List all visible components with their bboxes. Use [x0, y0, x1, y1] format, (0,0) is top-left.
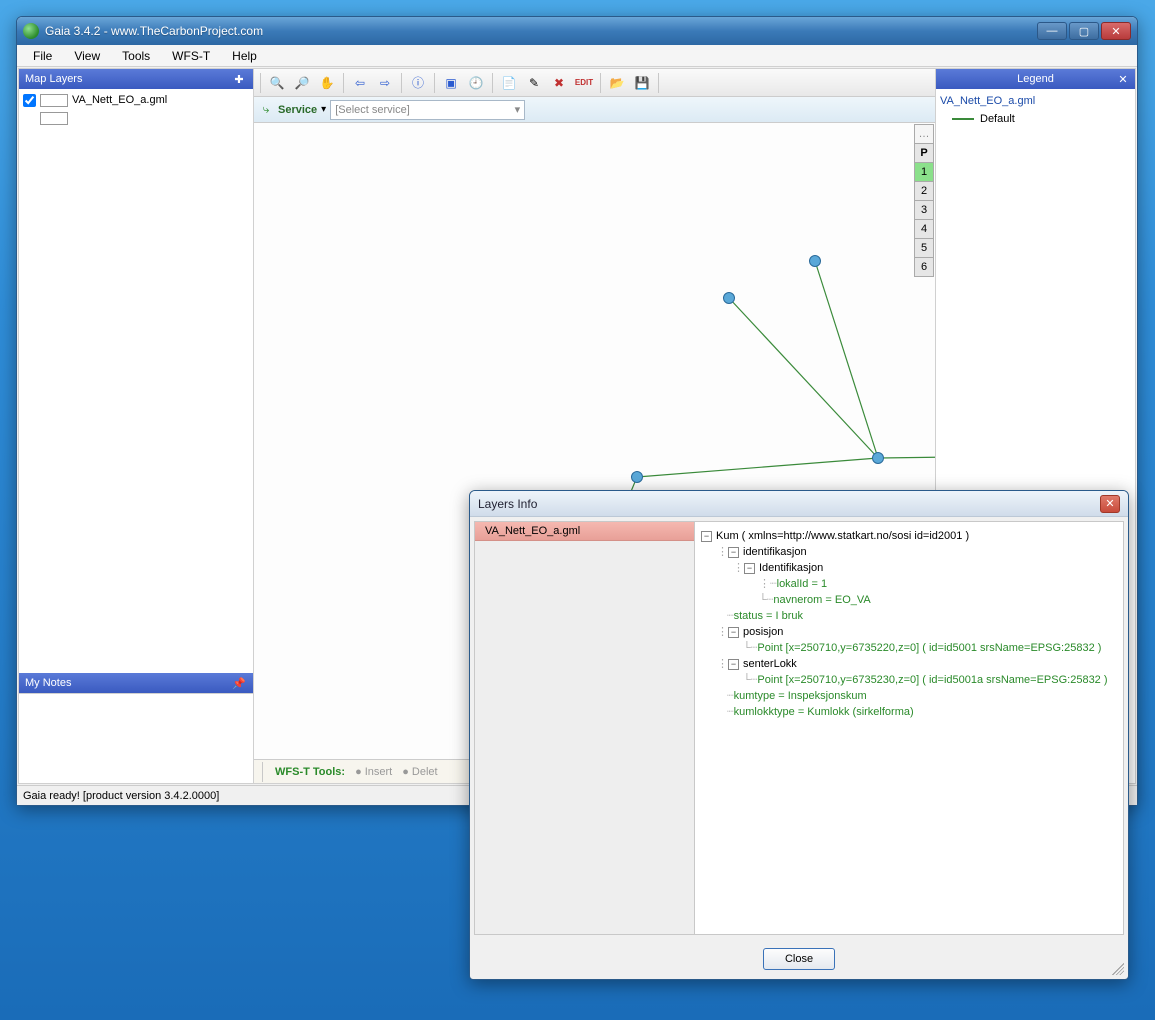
resize-grip[interactable] [1112, 963, 1124, 975]
app-icon [23, 23, 39, 39]
delete-icon[interactable]: ✖ [548, 72, 570, 94]
forward-icon[interactable]: ⇨ [374, 72, 396, 94]
menu-file[interactable]: File [23, 47, 62, 65]
menu-help[interactable]: Help [222, 47, 267, 65]
page-2[interactable]: 2 [914, 181, 934, 201]
back-icon[interactable]: ⇦ [349, 72, 371, 94]
layer-row[interactable]: VA_Nett_EO_a.gml [21, 91, 251, 109]
save-icon[interactable]: 💾 [631, 72, 653, 94]
service-dropdown-icon[interactable]: ▾ [321, 104, 326, 115]
extent-icon[interactable]: ▣ [440, 72, 462, 94]
legend-item-label: Default [980, 113, 1015, 125]
page-header: P [914, 143, 934, 163]
status-text: Gaia ready! [product version 3.4.2.0000] [23, 790, 219, 802]
layer-visibility-checkbox[interactable] [23, 94, 36, 107]
dialog-title: Layers Info [478, 497, 537, 511]
layer-row-empty [21, 109, 251, 127]
main-toolbar: 🔍 🔎 ✋ ⇦ ⇨ ⓘ ▣ 🕘 📄 ✎ ✖ EDIT 📂 💾 [254, 69, 935, 97]
legend-item: Default [940, 109, 1131, 125]
new-doc-icon[interactable]: 📄 [498, 72, 520, 94]
legend-layer-name[interactable]: VA_Nett_EO_a.gml [940, 93, 1131, 109]
service-placeholder: [Select service] [335, 104, 410, 116]
add-layer-icon[interactable]: ✚ [231, 72, 247, 86]
page-1[interactable]: 1 [914, 162, 934, 182]
zoom-in-icon[interactable]: 🔍 [266, 72, 288, 94]
dialog-layer-list: VA_Nett_EO_a.gml [475, 522, 695, 934]
legend-line-symbol [952, 118, 974, 120]
dialog-close-icon[interactable]: ✕ [1100, 495, 1120, 513]
page-5[interactable]: 5 [914, 238, 934, 258]
left-pane: Map Layers ✚ VA_Nett_EO_a.gml My Notes � [19, 69, 254, 783]
window-title: Gaia 3.4.2 - www.TheCarbonProject.com [45, 24, 1037, 38]
dialog-titlebar[interactable]: Layers Info ✕ [470, 491, 1128, 517]
menu-tools[interactable]: Tools [112, 47, 160, 65]
dialog-tree[interactable]: −Kum ( xmlns=http://www.statkart.no/sosi… [695, 522, 1123, 934]
page-3[interactable]: 3 [914, 200, 934, 220]
zoom-out-icon[interactable]: 🔎 [291, 72, 313, 94]
close-button[interactable]: Close [763, 948, 835, 970]
legend-close-icon[interactable]: ✕ [1115, 72, 1131, 86]
close-button[interactable]: ✕ [1101, 22, 1131, 40]
layers-list: VA_Nett_EO_a.gml [19, 89, 253, 673]
chevron-down-icon: ▾ [515, 103, 521, 116]
notes-body[interactable] [19, 693, 253, 783]
service-bar: ⤷ Service ▾ [Select service] ▾ [254, 97, 935, 123]
edit-icon[interactable]: ✎ [523, 72, 545, 94]
map-layers-header: Map Layers ✚ [19, 69, 253, 89]
pan-icon[interactable]: ✋ [316, 72, 338, 94]
dialog-layer-item[interactable]: VA_Nett_EO_a.gml [475, 522, 694, 541]
clock-icon[interactable]: 🕘 [465, 72, 487, 94]
edit-mode-icon[interactable]: EDIT [573, 72, 595, 94]
titlebar[interactable]: Gaia 3.4.2 - www.TheCarbonProject.com — … [17, 17, 1137, 45]
menu-view[interactable]: View [64, 47, 110, 65]
wfst-delete-button[interactable]: ● Delet [402, 766, 437, 778]
service-tree-icon[interactable]: ⤷ [258, 102, 274, 118]
dialog-footer: Close [470, 939, 1128, 979]
service-select[interactable]: [Select service] ▾ [330, 100, 525, 120]
minimize-button[interactable]: — [1037, 22, 1067, 40]
layer-swatch [40, 94, 68, 107]
wfst-insert-button[interactable]: ● Insert [355, 766, 392, 778]
page-6[interactable]: 6 [914, 257, 934, 277]
layer-swatch [40, 112, 68, 125]
open-icon[interactable]: 📂 [606, 72, 628, 94]
menu-wfst[interactable]: WFS-T [162, 47, 220, 65]
layers-info-dialog: Layers Info ✕ VA_Nett_EO_a.gml −Kum ( xm… [469, 490, 1129, 980]
maximize-button[interactable]: ▢ [1069, 22, 1099, 40]
legend-title: Legend [1017, 73, 1054, 85]
wfst-label: WFS-T Tools: [275, 766, 345, 778]
page-more[interactable]: … [914, 124, 934, 144]
notes-pin-icon[interactable]: 📌 [231, 676, 247, 690]
layer-name: VA_Nett_EO_a.gml [72, 94, 167, 106]
page-4[interactable]: 4 [914, 219, 934, 239]
my-notes-title: My Notes [25, 677, 71, 689]
my-notes-header: My Notes 📌 [19, 673, 253, 693]
menubar: File View Tools WFS-T Help [17, 45, 1137, 67]
legend-header: Legend ✕ [936, 69, 1135, 89]
info-icon[interactable]: ⓘ [407, 72, 429, 94]
page-selector: … P 1 2 3 4 5 6 [914, 125, 934, 277]
service-label: Service [278, 104, 317, 116]
map-layers-title: Map Layers [25, 73, 82, 85]
